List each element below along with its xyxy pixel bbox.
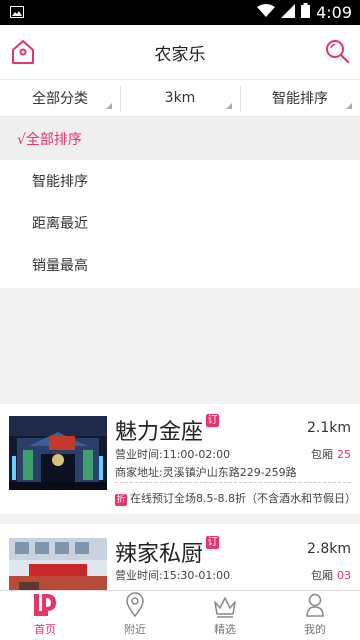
order-badge: 订 [206,414,220,427]
filter-category-label: 全部分类 [32,91,88,107]
tab-featured[interactable]: 精选 [180,591,270,640]
listing-hours: 营业时间:11:00-02:00 [115,448,231,461]
filter-sort-label: 智能排序 [272,91,328,107]
listing-name: 辣家私厨订 [115,536,220,568]
search-icon[interactable] [324,38,350,64]
tab-mine[interactable]: 我的 [270,591,360,640]
listing-thumbnail [9,538,107,590]
filter-bar: 全部分类 3km 智能排序 [0,79,360,117]
dropdown-triangle-icon [346,103,352,109]
room-number: 03 [337,569,351,582]
battery-icon [301,3,311,22]
room-label: 包厢 [311,569,333,582]
listing-room-count: 包厢 03 [311,567,351,583]
listing-promo: 折在线预订全场8.5-8.8折（不含酒水和节假日） [115,490,356,506]
discount-badge: 折 [115,494,127,506]
promo-text: 在线预订全场8.5-8.8折（不含酒水和节假日） [130,492,356,505]
tab-featured-label: 精选 [214,623,236,636]
listing-room-count: 包厢 25 [311,446,351,462]
listing-address: 商家地址:灵溪镇沪山东路229-259路 [115,466,297,479]
signal-icon [281,3,296,22]
sort-option-all[interactable]: √全部排序 [0,118,360,160]
clock-time: 4:09 [316,3,352,22]
filter-distance[interactable]: 3km [120,80,240,116]
filter-sort[interactable]: 智能排序 [240,80,360,116]
room-number: 25 [337,448,351,461]
listing-name: 魅力金座订 [115,414,220,446]
person-icon [306,593,324,617]
listing-name-text: 魅力金座 [115,420,204,445]
status-bar: 4:09 [0,0,360,25]
room-label: 包厢 [311,448,333,461]
location-pin-icon [126,592,144,618]
tab-home-label: 首页 [34,623,56,636]
sort-menu: √全部排序 智能排序 距离最近 销量最高 [0,118,360,288]
page-title: 农家乐 [154,44,206,65]
dropdown-triangle-icon [106,103,112,109]
home-logo-icon [34,594,56,616]
dropdown-triangle-icon [226,103,232,109]
sort-option-top-sales[interactable]: 销量最高 [0,244,360,286]
listing-distance: 2.8km [306,541,351,557]
tab-nearby-label: 附近 [124,623,146,636]
filter-category[interactable]: 全部分类 [0,80,120,116]
gallery-notification-icon [10,3,24,22]
home-icon[interactable] [11,39,35,65]
tab-home[interactable]: 首页 [0,591,90,640]
listing-hours: 营业时间:15:30-01:00 [115,569,231,582]
crown-icon [214,597,236,618]
tab-mine-label: 我的 [304,623,326,636]
listing-card[interactable]: 魅力金座订 2.1km 营业时间:11:00-02:00 包厢 25 商家地址:灵… [0,404,360,514]
order-badge: 订 [206,536,220,549]
filter-distance-label: 3km [164,90,196,106]
listing-name-text: 辣家私厨 [115,542,204,567]
listing-card[interactable]: 辣家私厨订 2.8km 营业时间:15:30-01:00 包厢 03 [0,524,360,590]
divider [115,482,351,483]
tab-nearby[interactable]: 附近 [90,591,180,640]
sort-option-smart[interactable]: 智能排序 [0,160,360,202]
wifi-icon [257,3,276,22]
listing-distance: 2.1km [306,420,351,436]
listing-thumbnail [9,416,107,490]
bottom-tab-bar: 首页 附近 精选 我的 [0,590,360,640]
app-header: 农家乐 [0,25,360,79]
sort-option-nearest[interactable]: 距离最近 [0,202,360,244]
